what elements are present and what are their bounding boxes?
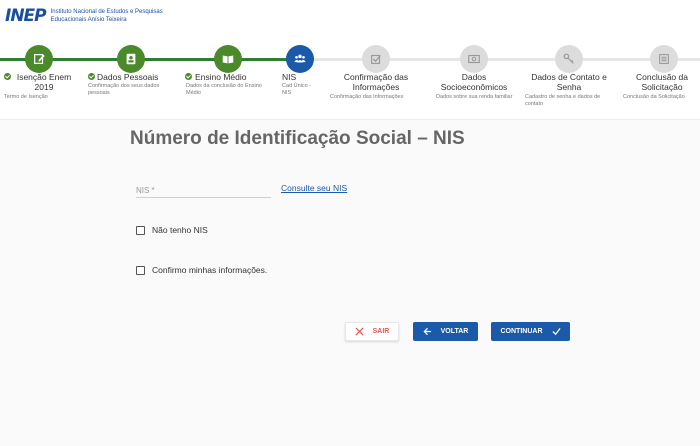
step-3-circle[interactable] — [214, 45, 242, 73]
step-4-title: NIS — [282, 72, 297, 82]
id-card-icon — [126, 53, 136, 65]
step-1-circle[interactable] — [25, 45, 53, 73]
step-7-title: Dados de Contato e Senha — [531, 72, 607, 92]
no-nis-checkbox-label[interactable]: Não tenho NIS — [152, 225, 208, 235]
confirm-checkbox-label[interactable]: Confirmo minhas informações. — [152, 265, 267, 275]
check-icon — [551, 327, 561, 336]
stepper-track-todo — [300, 58, 700, 61]
step-3-subtitle: Dados da conclusão do Ensino Médio — [186, 83, 262, 96]
step-2-circle[interactable] — [117, 45, 145, 73]
step-3-title: Ensino Médio — [195, 72, 247, 82]
step-7-circle[interactable] — [555, 45, 583, 73]
org-line-2: Educacionais Anísio Teixeira — [50, 17, 127, 23]
key-icon — [563, 53, 574, 64]
pencil-icon — [34, 54, 45, 64]
inep-logo[interactable]: INEP Instituto Nacional de Estudos e Pes… — [5, 6, 163, 26]
step-5-title: Confirmação das Informações — [343, 72, 409, 92]
page-title: Número de Identificação Social – NIS — [130, 128, 465, 149]
book-icon — [222, 55, 234, 64]
step-1-title: Isenção Enem 2019 — [16, 72, 72, 92]
people-icon — [294, 54, 306, 63]
top-header: INEP Instituto Nacional de Estudos e Pes… — [0, 0, 700, 30]
checkbox-icon — [371, 54, 381, 64]
step-8-title: Conclusão da Solicitação — [636, 72, 688, 92]
step-1-check-icon — [4, 73, 11, 80]
progress-stepper: Isenção Enem 2019 Termo de Isenção Dados… — [0, 30, 700, 120]
step-2-subtitle: Confirmação dos seus dados pessoais — [88, 83, 160, 96]
no-nis-checkbox[interactable] — [136, 225, 145, 235]
arrow-left-icon — [423, 327, 431, 336]
step-2-title: Dados Pessoais — [97, 72, 159, 82]
step-5-subtitle: Confirmação das Informações — [330, 94, 404, 100]
continue-button-label: CONTINUAR — [500, 328, 543, 335]
continue-button[interactable]: CONTINUAR — [491, 322, 570, 341]
step-5-circle[interactable] — [362, 45, 390, 73]
close-icon — [355, 327, 364, 336]
step-2-check-icon — [88, 73, 95, 80]
confirm-checkbox-row[interactable]: Confirmo minhas informações. — [136, 265, 267, 275]
step-4-subtitle: Cad Único - NIS — [282, 83, 312, 96]
back-button[interactable]: VOLTAR — [413, 322, 478, 341]
exit-button-label: SAIR — [372, 328, 390, 335]
step-1-subtitle: Termo de Isenção — [4, 94, 48, 100]
nis-input-label: NIS * — [136, 186, 155, 195]
step-6-circle[interactable] — [460, 45, 488, 73]
money-icon — [468, 54, 480, 64]
step-6-subtitle: Dados sobre sua renda familiar — [436, 94, 513, 100]
step-3-check-icon — [185, 73, 192, 80]
logo-mark: INEP — [5, 6, 47, 26]
step-4-circle[interactable] — [286, 45, 314, 73]
nis-input[interactable]: NIS * — [136, 180, 271, 198]
step-8-subtitle: Conclusão da Solicitação — [623, 94, 685, 100]
step-6-title: Dados Socioeconômicos — [440, 72, 508, 92]
list-icon — [659, 54, 669, 64]
no-nis-checkbox-row[interactable]: Não tenho NIS — [136, 225, 208, 235]
org-line-1: Instituto Nacional de Estudos e Pesquisa… — [50, 9, 163, 15]
exit-button[interactable]: SAIR — [345, 322, 399, 341]
org-name: Instituto Nacional de Estudos e Pesquisa… — [51, 8, 163, 24]
confirm-checkbox[interactable] — [136, 265, 145, 275]
step-7-subtitle: Cadastro de senha e dados de contato — [525, 94, 601, 107]
back-button-label: VOLTAR — [440, 328, 469, 335]
consult-nis-link[interactable]: Consulte seu NIS — [281, 183, 347, 193]
step-8-circle[interactable] — [650, 45, 678, 73]
